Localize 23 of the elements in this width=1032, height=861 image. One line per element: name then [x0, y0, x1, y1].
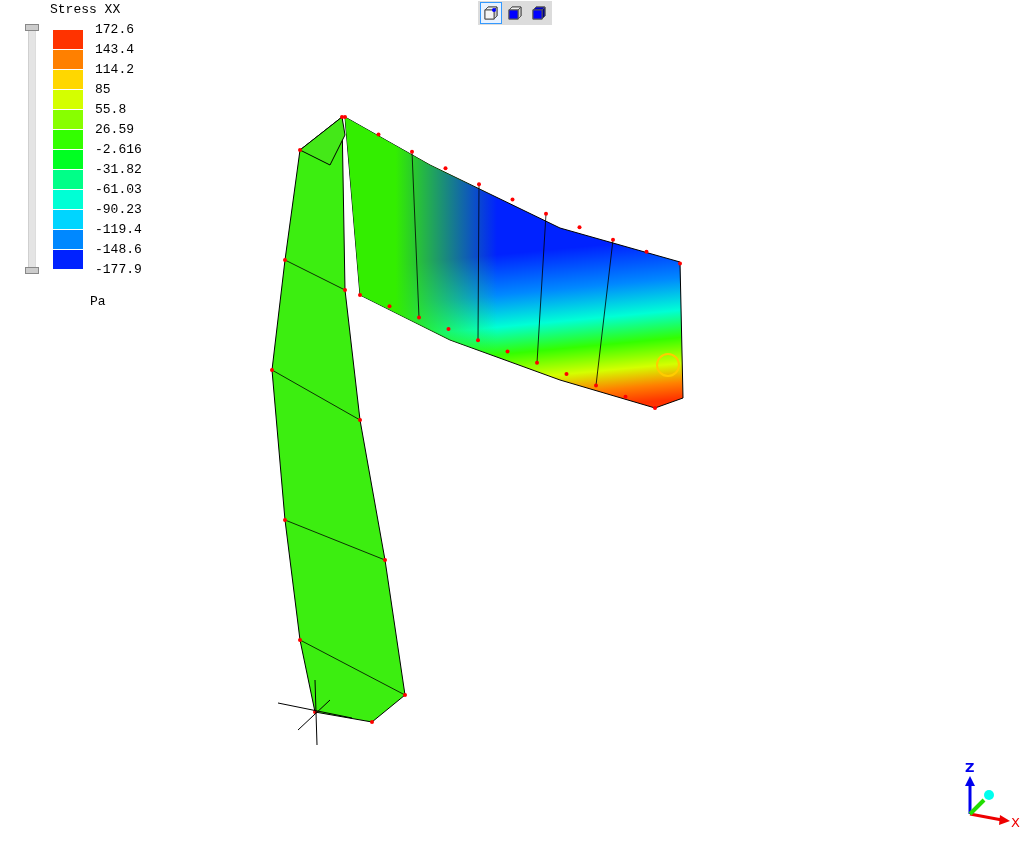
- legend-unit: Pa: [90, 294, 107, 309]
- axis-triad-drawing: [965, 776, 1010, 825]
- legend-value: 172.6: [95, 21, 135, 39]
- legend-value: 85: [95, 81, 112, 99]
- legend-value: 114.2: [95, 61, 135, 79]
- legend-value: -31.82: [95, 161, 142, 179]
- cube-icon: [483, 5, 499, 21]
- cube-icon: [531, 5, 547, 21]
- legend-title: Stress XX: [50, 2, 122, 18]
- legend-value: -177.9: [95, 261, 142, 279]
- legend-value: -61.03: [95, 181, 142, 199]
- x-axis-label: X: [1011, 815, 1020, 828]
- view-mode-button[interactable]: [480, 2, 502, 24]
- legend-value: 55.8: [95, 101, 128, 119]
- z-axis-label: Z: [965, 760, 975, 775]
- legend-value: 26.59: [95, 121, 135, 139]
- cube-icon: [507, 5, 523, 21]
- legend-value: -148.6: [95, 241, 142, 259]
- legend-value: -119.4: [95, 221, 142, 239]
- legend-value: -2.616: [95, 141, 142, 159]
- legend-value: -90.23: [95, 201, 142, 219]
- legend-value: 143.4: [95, 41, 135, 59]
- range-slider[interactable]: [25, 24, 39, 274]
